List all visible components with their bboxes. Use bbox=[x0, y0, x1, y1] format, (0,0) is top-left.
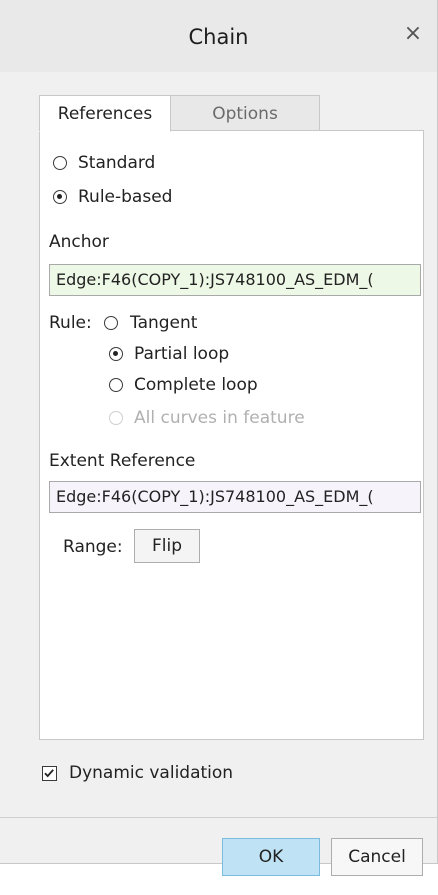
title-bar[interactable]: Chain × bbox=[0, 0, 437, 72]
checkmark-icon bbox=[44, 769, 54, 778]
footer-divider bbox=[0, 817, 437, 818]
dialog-frame: Chain × References Options Standard Rule… bbox=[0, 0, 438, 876]
partial-loop-label[interactable]: Partial loop bbox=[134, 344, 229, 364]
standard-radio[interactable] bbox=[53, 156, 67, 170]
tab-references[interactable]: References bbox=[39, 95, 171, 132]
rule-based-label[interactable]: Rule-based bbox=[78, 187, 172, 207]
standard-label[interactable]: Standard bbox=[78, 153, 155, 173]
extent-reference-label: Extent Reference bbox=[49, 451, 196, 471]
all-curves-label: All curves in feature bbox=[134, 408, 305, 428]
complete-loop-label[interactable]: Complete loop bbox=[134, 375, 258, 395]
all-curves-radio bbox=[109, 411, 123, 425]
rule-label: Rule: bbox=[49, 313, 92, 333]
close-icon[interactable]: × bbox=[403, 22, 423, 46]
tangent-label[interactable]: Tangent bbox=[130, 313, 197, 333]
range-label: Range: bbox=[63, 537, 123, 557]
rule-based-radio[interactable] bbox=[53, 190, 67, 204]
extent-reference-field[interactable]: Edge:F46(COPY_1):JS748100_AS_EDM_( bbox=[49, 481, 421, 513]
flip-button[interactable]: Flip bbox=[134, 529, 200, 563]
cancel-button[interactable]: Cancel bbox=[331, 838, 423, 876]
extent-reference-value: Edge:F46(COPY_1):JS748100_AS_EDM_( bbox=[56, 487, 374, 506]
dynamic-validation-label[interactable]: Dynamic validation bbox=[69, 763, 233, 783]
dynamic-validation-checkbox[interactable] bbox=[42, 766, 57, 781]
partial-loop-radio[interactable] bbox=[109, 347, 123, 361]
complete-loop-radio[interactable] bbox=[109, 378, 123, 392]
chain-dialog: Chain × References Options Standard Rule… bbox=[0, 0, 438, 895]
anchor-field[interactable]: Edge:F46(COPY_1):JS748100_AS_EDM_( bbox=[49, 264, 421, 296]
anchor-field-value: Edge:F46(COPY_1):JS748100_AS_EDM_( bbox=[56, 270, 374, 289]
ok-button[interactable]: OK bbox=[222, 838, 320, 876]
tab-options[interactable]: Options bbox=[170, 95, 320, 131]
references-panel bbox=[39, 130, 424, 740]
anchor-label: Anchor bbox=[49, 232, 109, 252]
dialog-title: Chain bbox=[188, 25, 249, 49]
tangent-radio[interactable] bbox=[104, 316, 118, 330]
